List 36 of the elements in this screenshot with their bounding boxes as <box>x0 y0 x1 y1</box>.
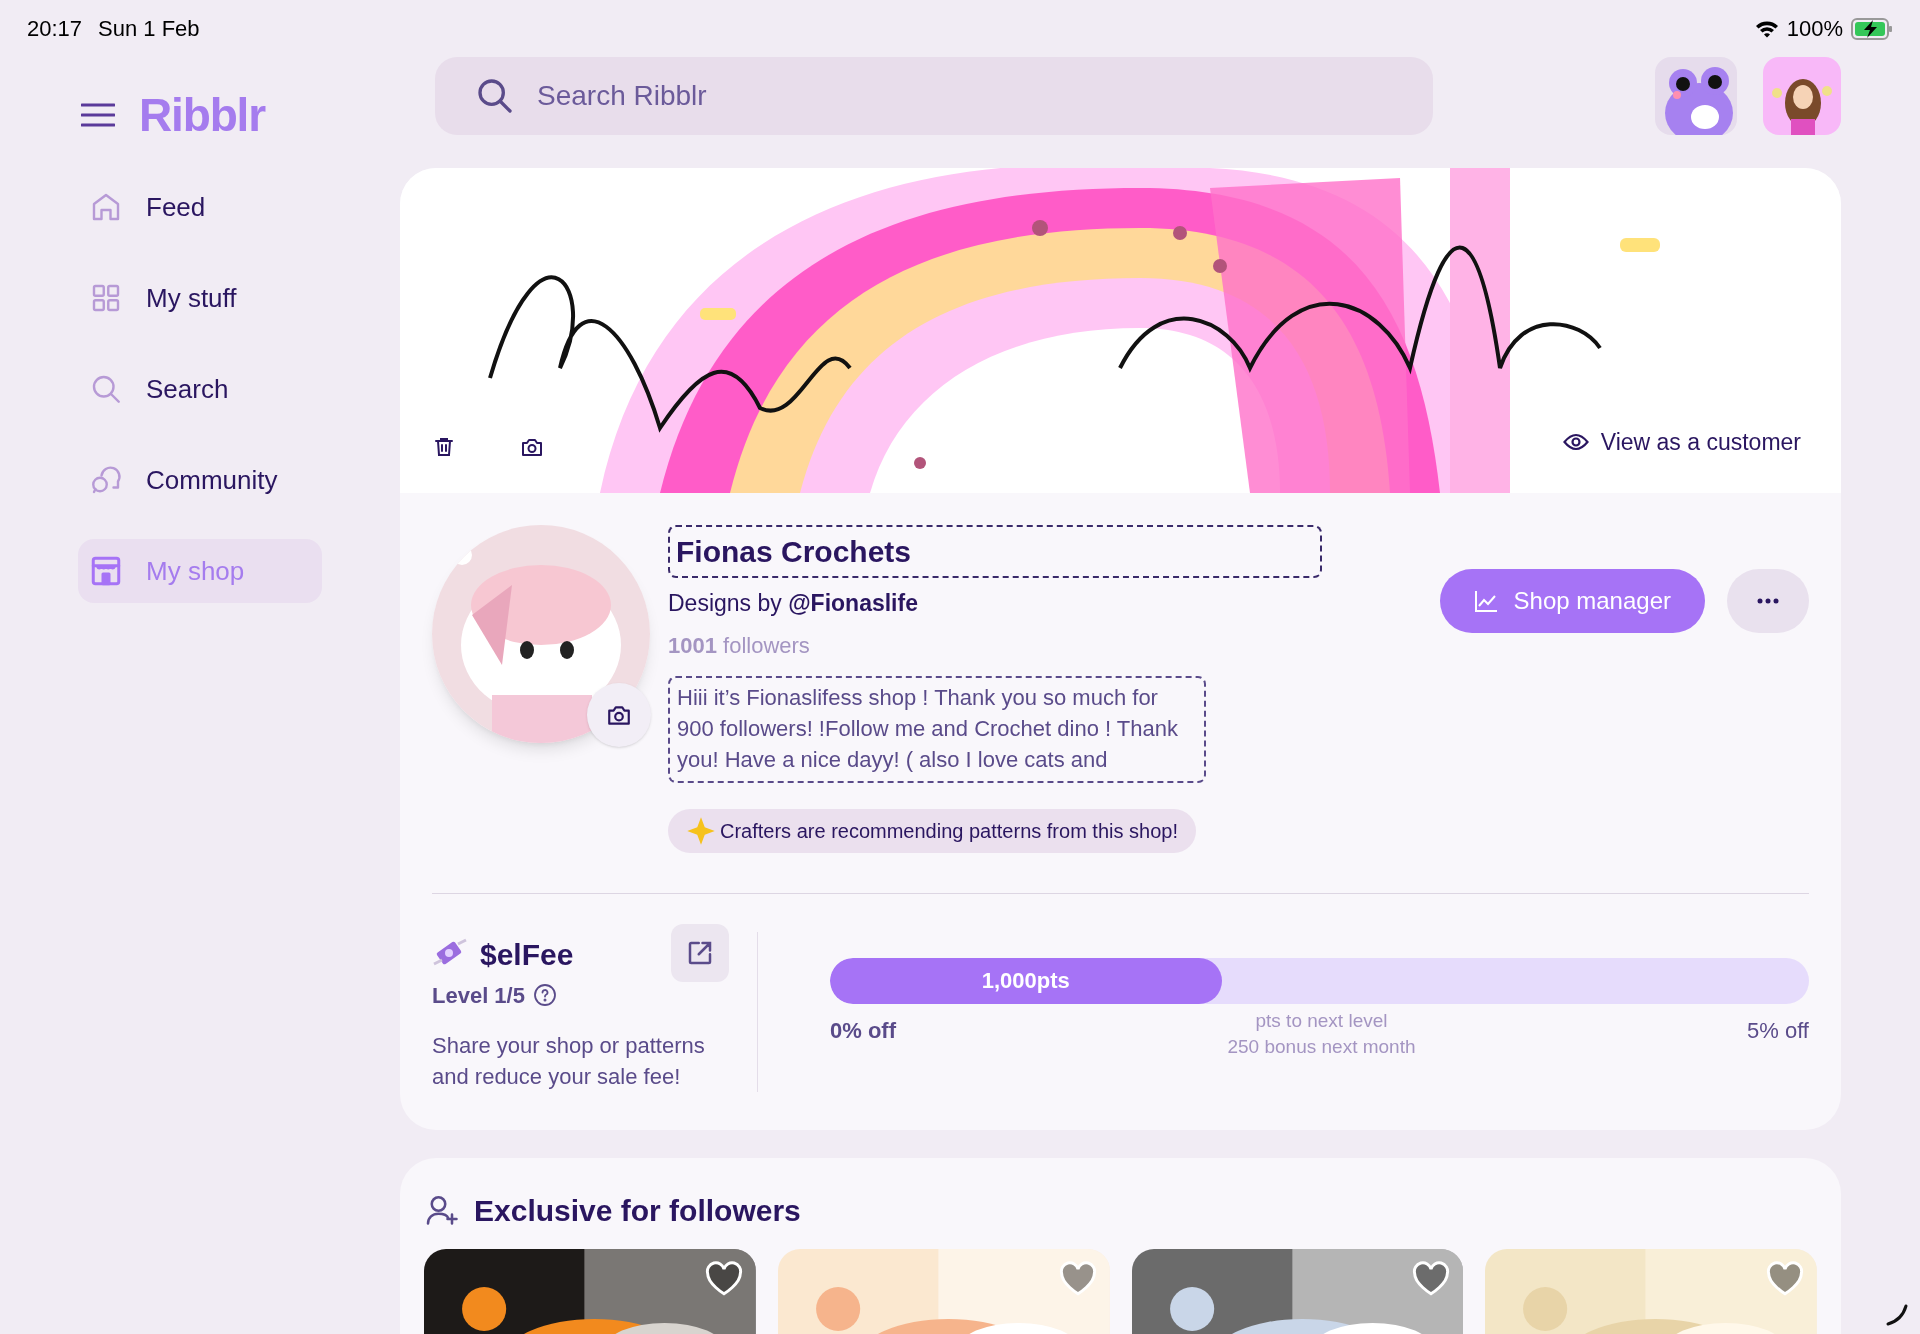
search-icon <box>475 76 515 116</box>
selfee-description: Share your shop or patterns and reduce your sale fee! <box>432 1031 706 1091</box>
wifi-icon <box>1754 19 1779 38</box>
battery-charging-icon <box>1851 17 1893 40</box>
more-icon <box>1757 598 1779 604</box>
next-level-note: pts to next level <box>1255 1008 1388 1033</box>
bonus-note: 250 bonus next month <box>1227 1034 1416 1059</box>
change-photo-button[interactable] <box>587 683 651 747</box>
section-title: Exclusive for followers <box>474 1192 801 1229</box>
eye-icon <box>1562 431 1589 452</box>
chart-icon <box>1473 590 1498 612</box>
designer-credit: Designs by @Fionaslife <box>668 589 919 618</box>
help-icon[interactable] <box>532 983 557 1007</box>
sidebar-item[interactable]: Feed <box>78 175 322 239</box>
level-label: Level 1/5 <box>432 981 525 1010</box>
sidebar-item[interactable]: My stuff <box>78 266 322 330</box>
follower-count: 1001 followers <box>668 631 811 660</box>
start-discount: 0% off <box>830 1016 896 1045</box>
battery-percent: 100% <box>1786 15 1843 43</box>
shop-description-field[interactable]: Hiii it’s Fionaslifess shop ! Thank you so much for 900 followers! !Follow me and Crochet dino ! Thank you! Have a nice dayy! ( also I love cats and <box>668 675 1206 783</box>
end-discount: 5% off <box>1747 1016 1809 1045</box>
points-reading: 1,000pts <box>981 967 1070 995</box>
trash-icon <box>432 435 456 459</box>
status-date: Sun 1 Feb <box>98 15 200 43</box>
sidebar-item[interactable]: Search <box>78 357 322 421</box>
status-time: 20:17 <box>27 15 83 43</box>
selfee-title: $elFee <box>480 936 574 973</box>
recommendation-badge: Crafters are recommending patterns from this shop! <box>668 808 1196 853</box>
heart-icon[interactable] <box>1411 1260 1452 1297</box>
curve-icon <box>1886 1304 1910 1326</box>
search-field[interactable]: Search Ribblr <box>435 57 1433 135</box>
shop-name-field[interactable]: Fionas Crochets <box>668 525 1322 578</box>
heart-icon[interactable] <box>703 1260 744 1297</box>
sidebar-item[interactable]: Community <box>78 448 322 512</box>
menu-icon[interactable] <box>81 103 115 127</box>
share-button[interactable] <box>671 923 729 982</box>
